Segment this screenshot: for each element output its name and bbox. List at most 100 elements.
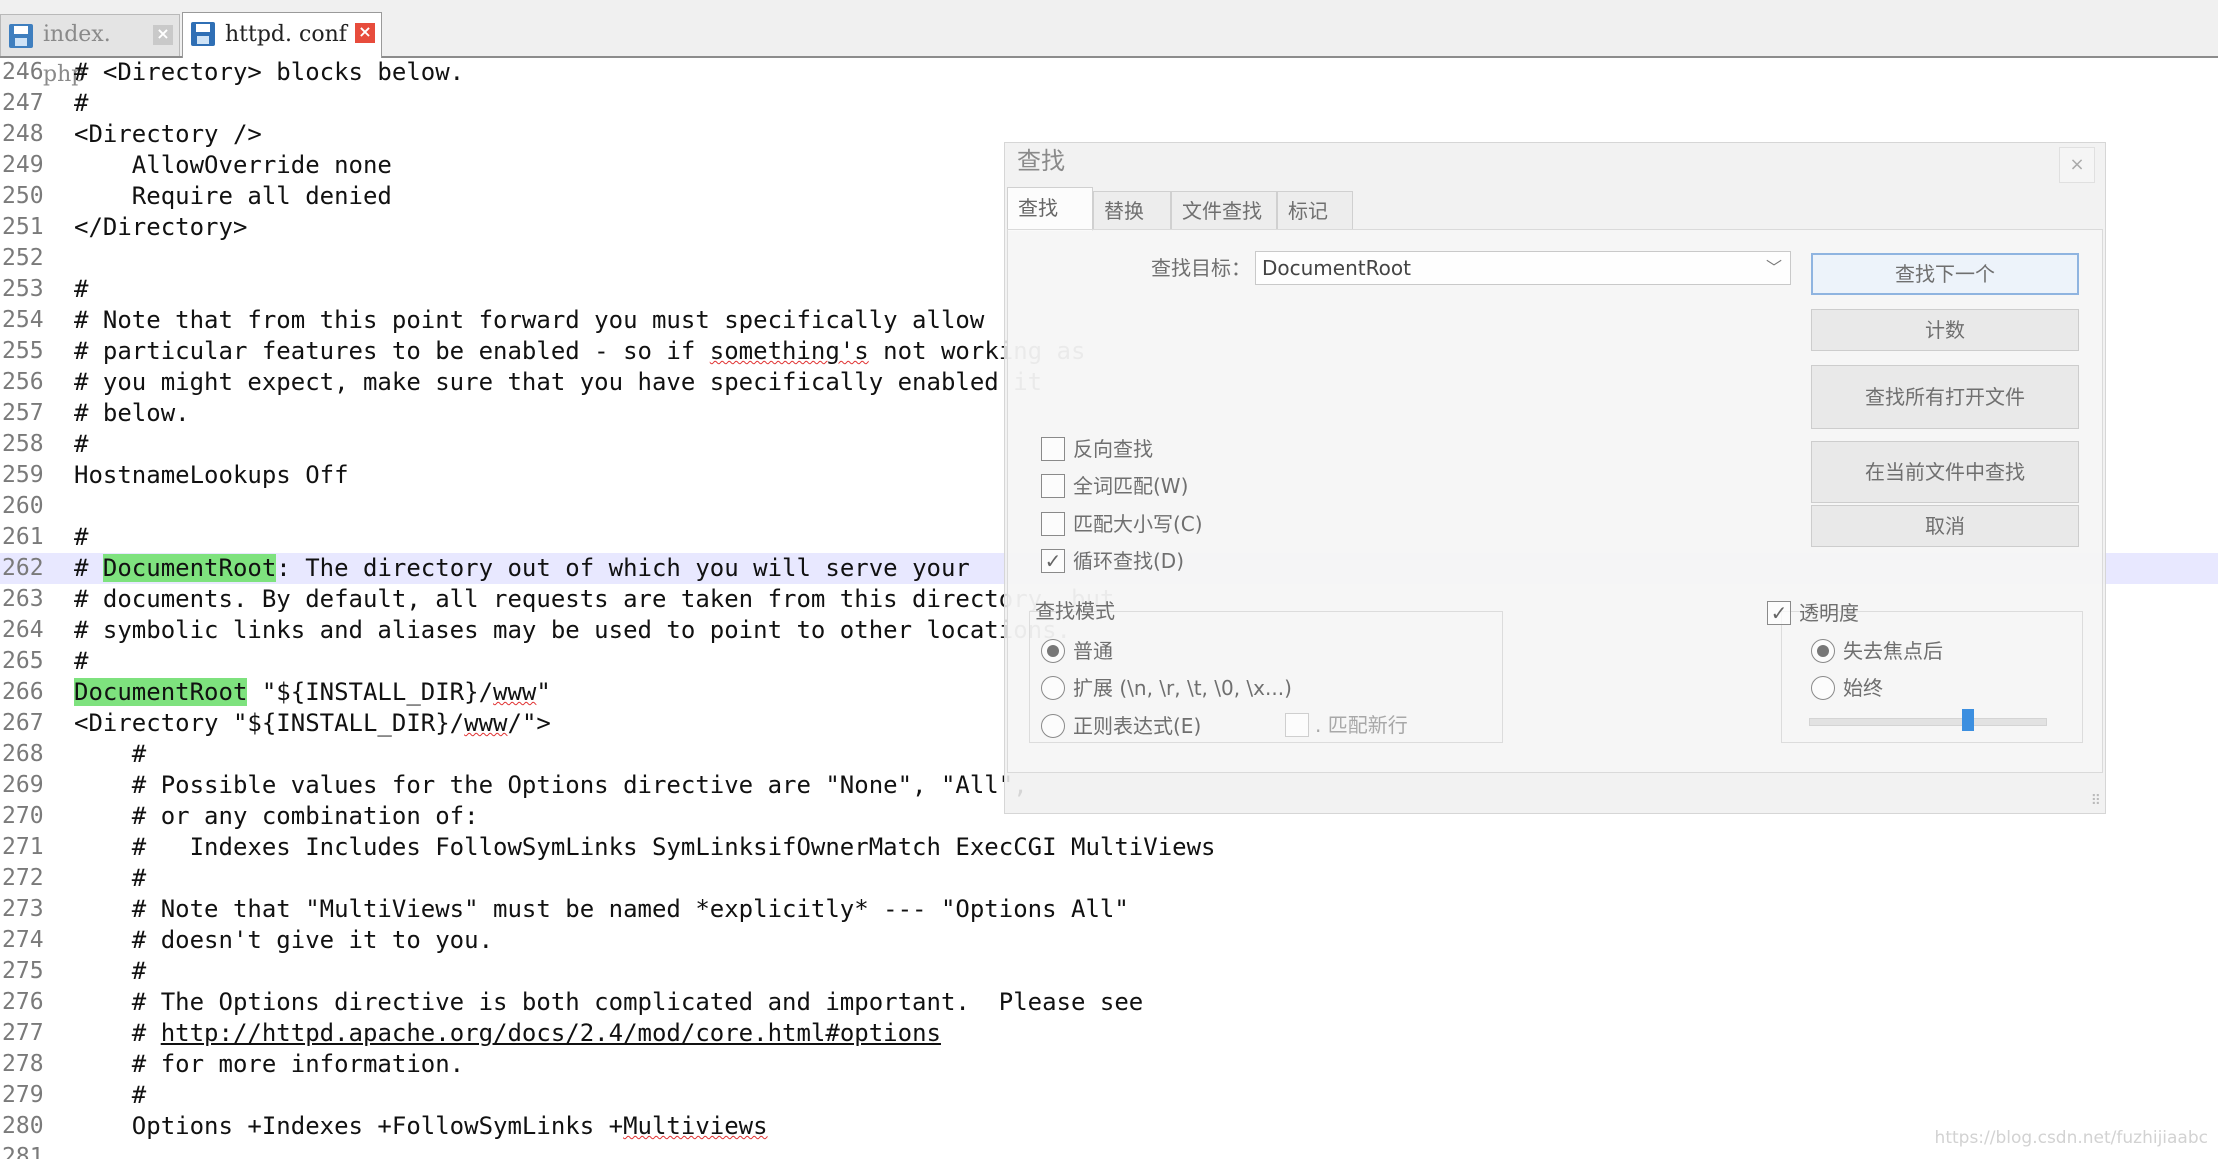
code-segment: # [74, 523, 89, 551]
code-text[interactable]: # DocumentRoot: The directory out of whi… [74, 553, 970, 584]
line-number: 276 [2, 989, 44, 1015]
code-segment: Multiviews [623, 1112, 768, 1140]
code-line[interactable]: 271 # Indexes Includes FollowSymLinks Sy… [0, 832, 2218, 863]
close-icon[interactable]: × [153, 25, 173, 45]
code-text[interactable]: # The Options directive is both complica… [74, 987, 1143, 1018]
code-text[interactable]: # [74, 1080, 146, 1111]
code-text[interactable]: # [74, 274, 88, 305]
code-text[interactable]: # [74, 863, 146, 894]
line-number: 255 [2, 338, 44, 364]
line-number: 254 [2, 307, 44, 333]
count-button[interactable]: 计数 [1811, 309, 2079, 351]
wrap-around-checkbox[interactable]: ✓ [1041, 549, 1065, 573]
line-number: 248 [2, 121, 44, 147]
line-number: 280 [2, 1113, 44, 1139]
code-text[interactable]: # Possible values for the Options direct… [74, 770, 1028, 801]
code-text[interactable]: # for more information. [74, 1049, 464, 1080]
reverse-checkbox[interactable] [1041, 437, 1065, 461]
code-text[interactable]: # doesn't give it to you. [74, 925, 493, 956]
search-mode-normal-radio[interactable] [1041, 639, 1065, 663]
resize-grip-icon[interactable]: ⠿ [2091, 793, 2101, 809]
tab-find[interactable]: 查找 [1007, 187, 1093, 231]
code-text[interactable]: HostnameLookups Off [74, 460, 349, 491]
code-line[interactable]: 276 # The Options directive is both comp… [0, 987, 2218, 1018]
tab-find-in-files[interactable]: 文件查找 [1171, 191, 1277, 229]
tab-replace[interactable]: 替换 [1093, 191, 1171, 229]
code-line[interactable]: 274 # doesn't give it to you. [0, 925, 2218, 956]
line-number: 264 [2, 617, 44, 643]
code-text[interactable]: # symbolic links and aliases may be used… [74, 615, 1071, 646]
find-in-current-file-button[interactable]: 在当前文件中查找 [1811, 441, 2079, 503]
code-text[interactable]: # Note that "MultiViews" must be named *… [74, 894, 1129, 925]
tab-mark[interactable]: 标记 [1277, 191, 1353, 229]
code-text[interactable]: # you might expect, make sure that you h… [74, 367, 1042, 398]
close-icon[interactable]: × [355, 23, 375, 43]
code-segment: # [74, 554, 103, 582]
line-number: 256 [2, 369, 44, 395]
code-line[interactable]: 247 # [0, 88, 2218, 119]
code-text[interactable]: Options +Indexes +FollowSymLinks +Multiv… [74, 1111, 768, 1142]
transparency-slider[interactable] [1809, 718, 2047, 726]
code-text[interactable]: AllowOverride none [74, 150, 392, 181]
search-mode-normal-label: 普通 [1073, 639, 1113, 663]
code-text[interactable]: # http://httpd.apache.org/docs/2.4/mod/c… [74, 1018, 941, 1049]
code-segment: www [464, 709, 508, 737]
code-line[interactable]: 278 # for more information. [0, 1049, 2218, 1080]
whole-word-checkbox[interactable] [1041, 474, 1065, 498]
transparency-slider-handle[interactable] [1962, 709, 1974, 731]
code-line[interactable]: 273 # Note that "MultiViews" must be nam… [0, 894, 2218, 925]
code-text[interactable]: # [74, 522, 88, 553]
code-line[interactable]: 279 # [0, 1080, 2218, 1111]
code-line[interactable]: 281 [0, 1142, 2218, 1159]
code-text[interactable]: DocumentRoot "${INSTALL_DIR}/www" [74, 677, 551, 708]
code-text[interactable]: Require all denied [74, 181, 392, 212]
code-text[interactable]: # below. [74, 398, 190, 429]
cancel-button[interactable]: 取消 [1811, 505, 2079, 547]
tab-httpd-conf[interactable]: httpd. conf × [182, 12, 382, 58]
code-text[interactable]: # [74, 956, 146, 987]
match-case-checkbox[interactable] [1041, 512, 1065, 536]
code-line[interactable]: 246 # <Directory> blocks below. [0, 57, 2218, 88]
chevron-down-icon[interactable]: ﹀ [1766, 252, 1782, 284]
line-number: 275 [2, 958, 44, 984]
code-line[interactable]: 277 # http://httpd.apache.org/docs/2.4/m… [0, 1018, 2218, 1049]
search-mode-extended-radio[interactable] [1041, 676, 1065, 700]
line-number: 252 [2, 245, 44, 271]
transparency-checkbox[interactable]: ✓ [1767, 601, 1791, 625]
code-line[interactable]: 275 # [0, 956, 2218, 987]
code-text[interactable]: </Directory> [74, 212, 247, 243]
transparency-on-lose-focus-radio[interactable] [1811, 639, 1835, 663]
code-text[interactable]: <Directory /> [74, 119, 262, 150]
reverse-label: 反向查找 [1073, 437, 1153, 461]
find-all-open-files-button[interactable]: 查找所有打开文件 [1811, 365, 2079, 429]
match-newline-checkbox[interactable] [1285, 713, 1309, 737]
find-target-input[interactable]: DocumentRoot ﹀ [1255, 251, 1791, 285]
line-number: 253 [2, 276, 44, 302]
code-text[interactable]: <Directory "${INSTALL_DIR}/www/"> [74, 708, 551, 739]
tab-index-php[interactable]: index. php × [0, 14, 180, 87]
code-text[interactable]: # or any combination of: [74, 801, 479, 832]
code-text[interactable]: # documents. By default, all requests ar… [74, 584, 1114, 615]
code-link[interactable]: http://httpd.apache.org/docs/2.4/mod/cor… [161, 1019, 941, 1047]
code-text[interactable]: # Indexes Includes FollowSymLinks SymLin… [74, 832, 1216, 863]
transparency-always-radio[interactable] [1811, 676, 1835, 700]
code-line[interactable]: 272 # [0, 863, 2218, 894]
transparency-title: 透明度 [1799, 601, 1859, 625]
code-text[interactable]: # [74, 739, 146, 770]
code-text[interactable]: # Note that from this point forward you … [74, 305, 984, 336]
line-number: 247 [2, 90, 44, 116]
close-icon[interactable]: × [2059, 147, 2095, 183]
code-line[interactable]: 280 Options +Indexes +FollowSymLinks +Mu… [0, 1111, 2218, 1142]
search-mode-regex-radio[interactable] [1041, 714, 1065, 738]
code-text[interactable]: # [74, 88, 88, 119]
code-text[interactable]: # [74, 429, 88, 460]
find-next-button[interactable]: 查找下一个 [1811, 253, 2079, 295]
watermark: https://blog.csdn.net/fuzhijiaabc [1934, 1128, 2208, 1148]
code-segment: # [74, 740, 147, 768]
line-number: 265 [2, 648, 44, 674]
code-text[interactable]: # <Directory> blocks below. [74, 57, 464, 88]
code-segment: # particular features to be enabled - so… [74, 337, 710, 365]
code-segment: HostnameLookups Off [74, 461, 349, 489]
code-text[interactable]: # particular features to be enabled - so… [74, 336, 1085, 367]
code-text[interactable]: # [74, 646, 88, 677]
